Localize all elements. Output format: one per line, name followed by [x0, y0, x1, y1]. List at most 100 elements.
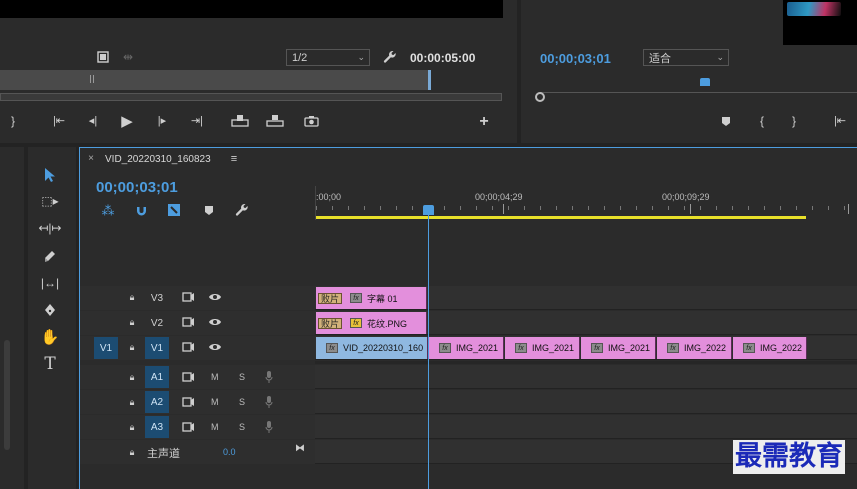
go-to-out-icon[interactable]: ⇥| [188, 114, 206, 128]
playhead-line[interactable] [428, 210, 429, 489]
clip-v2-pattern[interactable]: 败片 fx 花纹.PNG [316, 312, 427, 334]
solo-button-a3[interactable]: S [239, 422, 245, 432]
eye-icon[interactable] [207, 340, 223, 354]
lane-a3[interactable] [315, 415, 857, 439]
toggle-sync-icon[interactable] [180, 395, 196, 409]
track-label-a3[interactable]: A3 [145, 416, 169, 438]
track-label-v1[interactable]: V1 [145, 337, 169, 359]
mic-icon[interactable] [263, 395, 275, 409]
move-icon[interactable]: ⇹ [120, 50, 136, 64]
hand-tool-icon[interactable]: ✋ [37, 325, 63, 349]
mark-out-icon[interactable]: } [6, 114, 20, 128]
lane-a2[interactable] [315, 390, 857, 414]
track-label-v2[interactable]: V2 [145, 312, 169, 334]
panel-menu-icon[interactable]: ≡ [228, 153, 240, 165]
go-to-end-icon[interactable]: ⧓ [293, 442, 307, 456]
source-playhead-marker[interactable] [700, 78, 710, 86]
eye-icon[interactable] [207, 315, 223, 329]
work-area-bar[interactable] [316, 216, 806, 219]
track-label-v3[interactable]: V3 [145, 287, 169, 309]
close-icon[interactable]: × [86, 154, 96, 164]
source-timecode[interactable]: 00;00;03;01 [540, 51, 611, 66]
ruler-major-tick-3 [848, 204, 849, 214]
lane-a1[interactable] [315, 365, 857, 389]
track-select-tool-icon[interactable]: ⬚▸ [37, 189, 63, 213]
add-marker-icon[interactable] [202, 202, 216, 218]
mic-icon[interactable] [263, 370, 275, 384]
clip-v1-3[interactable]: fx IMG_2021 [581, 337, 656, 359]
chevron-down-icon: ⌄ [716, 52, 724, 62]
sequence-tab-title[interactable]: VID_20220310_160823 [105, 154, 211, 165]
lock-icon[interactable]: 🔒︎ [126, 420, 138, 434]
toggle-sync-icon[interactable] [180, 290, 196, 304]
zoom-bar-end[interactable] [428, 70, 431, 90]
fit-select[interactable]: 适合 ⌄ [643, 49, 729, 66]
toggle-sync-icon[interactable] [180, 370, 196, 384]
mark-in-icon[interactable]: { [755, 114, 769, 128]
marker-icon[interactable] [719, 114, 733, 128]
program-scroll-track[interactable] [0, 93, 502, 101]
lock-icon[interactable]: 🔒︎ [126, 445, 138, 459]
wrench-icon[interactable] [382, 49, 398, 65]
clip-v1-0[interactable]: fx VID_20220310_160 [316, 337, 428, 359]
go-to-in-icon[interactable]: |⇤ [50, 114, 68, 128]
solo-button-a1[interactable]: S [239, 372, 245, 382]
master-volume-value[interactable]: 0.0 [223, 447, 236, 457]
zoom-handle[interactable] [90, 75, 94, 83]
source-patch-v1[interactable]: V1 [94, 337, 118, 359]
ripple-edit-tool-icon[interactable]: ↤|↦ [37, 216, 63, 240]
clip-v1-4[interactable]: fx IMG_2022 [657, 337, 732, 359]
nest-icon[interactable]: ⁂ [100, 202, 116, 218]
toggle-sync-icon[interactable] [180, 315, 196, 329]
selection-tool-icon[interactable] [37, 163, 63, 187]
track-label-a1[interactable]: A1 [145, 366, 169, 388]
ruler-tick-row [316, 206, 857, 210]
mute-button-a1[interactable]: M [211, 372, 219, 382]
solo-button-a2[interactable]: S [239, 397, 245, 407]
source-in-point[interactable] [535, 92, 545, 102]
playhead-handle[interactable] [423, 205, 434, 215]
time-ruler[interactable] [315, 186, 857, 220]
source-video-thumbnail [787, 2, 841, 16]
go-to-in-icon[interactable]: |⇤ [831, 114, 849, 128]
play-icon[interactable]: ▶ [118, 112, 136, 130]
program-zoom-bar[interactable] [0, 70, 430, 90]
resolution-select[interactable]: 1/2 ⌄ [286, 49, 370, 66]
lock-icon[interactable]: 🔒︎ [126, 395, 138, 409]
step-forward-icon[interactable]: |▸ [154, 114, 170, 128]
timeline-timecode[interactable]: 00;00;03;01 [96, 179, 178, 196]
razor-tool-icon[interactable] [37, 244, 63, 268]
wrench-icon[interactable] [234, 202, 250, 218]
plus-icon[interactable]: + [476, 114, 492, 130]
film-icon[interactable] [96, 50, 110, 64]
mic-icon[interactable] [263, 420, 275, 434]
extract-icon[interactable] [265, 113, 285, 129]
camera-icon[interactable] [302, 113, 320, 129]
clip-v1-1[interactable]: fx IMG_2021 [429, 337, 504, 359]
lock-icon[interactable]: 🔒︎ [126, 290, 138, 304]
slip-tool-icon[interactable]: |↔| [37, 271, 63, 295]
toggle-sync-icon[interactable] [180, 340, 196, 354]
source-scrub-track[interactable] [540, 92, 857, 93]
mute-button-a2[interactable]: M [211, 397, 219, 407]
step-back-icon[interactable]: ◂| [85, 114, 101, 128]
clip-v1-5[interactable]: fx IMG_2022 [733, 337, 807, 359]
toggle-sync-icon[interactable] [180, 420, 196, 434]
clip-v1-2[interactable]: fx IMG_2021 [505, 337, 580, 359]
mark-out-icon[interactable]: } [787, 114, 801, 128]
project-scrollbar[interactable] [4, 340, 10, 450]
snap-icon[interactable] [133, 202, 149, 218]
eye-icon[interactable] [207, 290, 223, 304]
lift-icon[interactable] [230, 113, 250, 129]
lock-icon[interactable]: 🔒︎ [126, 340, 138, 354]
pen-tool-icon[interactable] [37, 298, 63, 322]
clip-label: IMG_2021 [608, 343, 651, 353]
type-tool-icon[interactable]: T [37, 352, 63, 376]
lock-icon[interactable]: 🔒︎ [126, 315, 138, 329]
lock-icon[interactable]: 🔒︎ [126, 370, 138, 384]
fx-icon: fx [439, 343, 451, 353]
clip-v3-title[interactable]: 败片 fx 字幕 01 [316, 287, 427, 309]
track-label-a2[interactable]: A2 [145, 391, 169, 413]
mute-button-a3[interactable]: M [211, 422, 219, 432]
linked-selection-icon[interactable] [166, 202, 182, 218]
